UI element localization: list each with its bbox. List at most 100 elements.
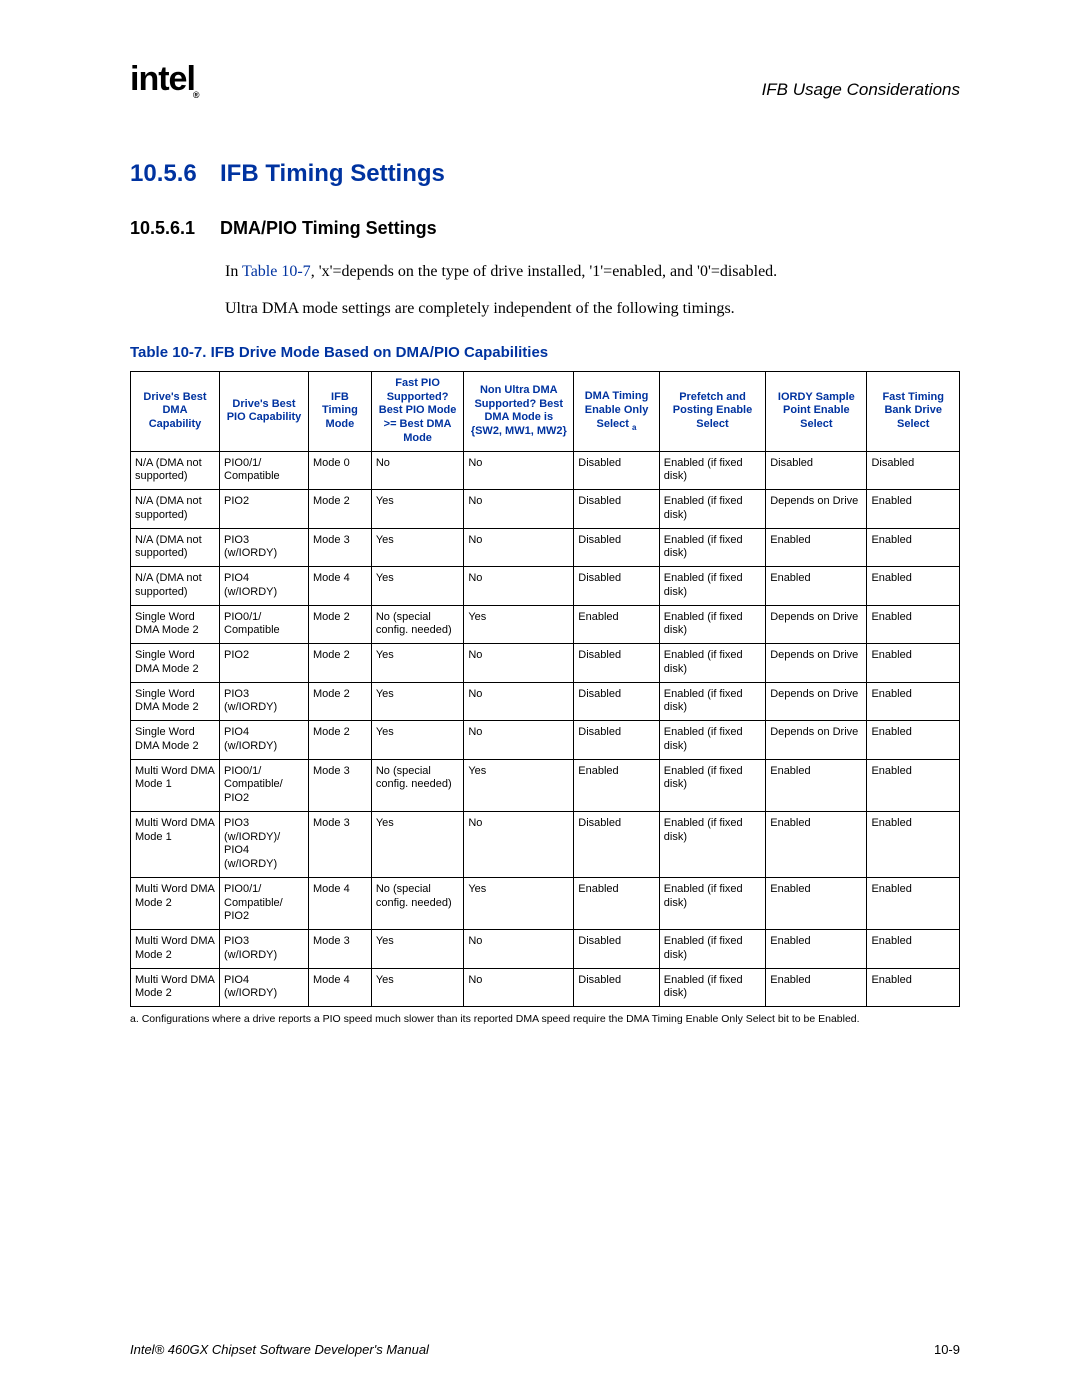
table-cell: Depends on Drive (766, 605, 867, 644)
table-cell: Single Word DMA Mode 2 (131, 644, 220, 683)
table-cell: Enabled (if fixed disk) (659, 451, 765, 490)
table-cell: Mode 0 (309, 451, 372, 490)
table-cell: No (464, 490, 574, 529)
th-6: Prefetch and Posting Enable Select (659, 371, 765, 451)
table-cell: Enabled (if fixed disk) (659, 811, 765, 877)
table-cell: Enabled (if fixed disk) (659, 930, 765, 969)
table-cell: Yes (371, 644, 463, 683)
heading-2-number: 10.5.6 (130, 160, 220, 188)
table-cell: PIO3 (w/IORDY) (220, 930, 309, 969)
table-cell: Yes (371, 490, 463, 529)
table-cell: Depends on Drive (766, 682, 867, 721)
table-cell: Enabled (867, 811, 960, 877)
th-4: Non Ultra DMA Supported? Best DMA Mode i… (464, 371, 574, 451)
table-cell: Yes (371, 968, 463, 1007)
table-cell: Yes (371, 682, 463, 721)
p1-b: , 'x'=depends on the type of drive insta… (311, 263, 777, 280)
table-row: Single Word DMA Mode 2PIO0/1/ Compatible… (131, 605, 960, 644)
page-footer: Intel® 460GX Chipset Software Developer'… (130, 1342, 960, 1357)
table-cell: Single Word DMA Mode 2 (131, 721, 220, 760)
table-cell: Yes (371, 811, 463, 877)
table-cell: Enabled (867, 567, 960, 606)
heading-2-title: IFB Timing Settings (220, 160, 445, 187)
table-cell: No (464, 721, 574, 760)
table-cell: Enabled (867, 528, 960, 567)
timing-settings-table: Drive's Best DMA Capability Drive's Best… (130, 371, 960, 1007)
table-cell: No (464, 451, 574, 490)
th-3: Fast PIO Supported? Best PIO Mode >= Bes… (371, 371, 463, 451)
table-cell: Disabled (574, 811, 660, 877)
table-cell: N/A (DMA not supported) (131, 567, 220, 606)
table-cell: Enabled (if fixed disk) (659, 968, 765, 1007)
table-header-row: Drive's Best DMA Capability Drive's Best… (131, 371, 960, 451)
table-cell: Disabled (574, 930, 660, 969)
table-cell: Yes (464, 759, 574, 811)
table-cell: PIO3 (w/IORDY) (220, 528, 309, 567)
th-5: DMA Timing Enable Only Select a (574, 371, 660, 451)
table-cell: PIO4 (w/IORDY) (220, 567, 309, 606)
heading-3: 10.5.6.1DMA/PIO Timing Settings (130, 218, 960, 239)
table-cell: Mode 3 (309, 759, 372, 811)
paragraph-2: Ultra DMA mode settings are completely i… (225, 298, 960, 320)
table-row: Multi Word DMA Mode 2PIO0/1/ Compatible/… (131, 877, 960, 929)
table-cell: Multi Word DMA Mode 2 (131, 877, 220, 929)
table-cell: Yes (371, 930, 463, 969)
table-cell: Enabled (766, 877, 867, 929)
footer-manual-title: Intel® 460GX Chipset Software Developer'… (130, 1342, 429, 1357)
logo-text: intel (130, 60, 195, 98)
table-cell: Enabled (if fixed disk) (659, 490, 765, 529)
table-cell: Enabled (766, 528, 867, 567)
table-cell: No (464, 811, 574, 877)
header-section-title: IFB Usage Considerations (762, 80, 960, 100)
table-cell: No (special config. needed) (371, 605, 463, 644)
heading-2: 10.5.6IFB Timing Settings (130, 160, 960, 188)
table-cell: Enabled (867, 490, 960, 529)
table-cell: Enabled (if fixed disk) (659, 605, 765, 644)
p1-a: In (225, 263, 242, 280)
table-cell: Disabled (574, 490, 660, 529)
table-cell: Depends on Drive (766, 644, 867, 683)
table-cell: Mode 2 (309, 682, 372, 721)
table-cell: Mode 4 (309, 968, 372, 1007)
table-cell: Enabled (766, 811, 867, 877)
table-cell: Enabled (867, 605, 960, 644)
table-cell: No (464, 644, 574, 683)
table-cell: Disabled (766, 451, 867, 490)
th-1: Drive's Best PIO Capability (220, 371, 309, 451)
table-cell: N/A (DMA not supported) (131, 490, 220, 529)
table-cell: Mode 3 (309, 930, 372, 969)
table-cell: Enabled (867, 759, 960, 811)
table-row: N/A (DMA not supported)PIO0/1/ Compatibl… (131, 451, 960, 490)
table-cell: Mode 3 (309, 528, 372, 567)
table-cell: Disabled (574, 721, 660, 760)
table-cell: No (464, 930, 574, 969)
paragraph-1: In Table 10-7, 'x'=depends on the type o… (225, 261, 960, 283)
table-cell: PIO4 (w/IORDY) (220, 721, 309, 760)
table-cell: Enabled (if fixed disk) (659, 721, 765, 760)
table-cell: Enabled (if fixed disk) (659, 759, 765, 811)
table-cell: Mode 2 (309, 490, 372, 529)
table-cell: No (464, 567, 574, 606)
table-reference-link[interactable]: Table 10-7 (242, 263, 311, 280)
table-cell: No (464, 968, 574, 1007)
th-2: IFB Timing Mode (309, 371, 372, 451)
table-cell: No (special config. needed) (371, 759, 463, 811)
table-cell: Enabled (867, 968, 960, 1007)
table-cell: N/A (DMA not supported) (131, 451, 220, 490)
table-cell: Enabled (766, 759, 867, 811)
footer-page-number: 10-9 (934, 1342, 960, 1357)
table-row: Multi Word DMA Mode 2PIO4 (w/IORDY)Mode … (131, 968, 960, 1007)
table-cell: N/A (DMA not supported) (131, 528, 220, 567)
table-cell: PIO2 (220, 644, 309, 683)
table-cell: Multi Word DMA Mode 1 (131, 811, 220, 877)
logo-registered: ® (193, 90, 199, 100)
table-row: Multi Word DMA Mode 1PIO0/1/ Compatible/… (131, 759, 960, 811)
table-cell: PIO3 (w/IORDY) (220, 682, 309, 721)
table-cell: Enabled (if fixed disk) (659, 682, 765, 721)
table-cell: Enabled (if fixed disk) (659, 877, 765, 929)
table-cell: No (special config. needed) (371, 877, 463, 929)
table-row: N/A (DMA not supported)PIO2Mode 2YesNoDi… (131, 490, 960, 529)
table-cell: Enabled (867, 644, 960, 683)
table-cell: PIO0/1/ Compatible/ PIO2 (220, 759, 309, 811)
table-cell: Enabled (867, 682, 960, 721)
